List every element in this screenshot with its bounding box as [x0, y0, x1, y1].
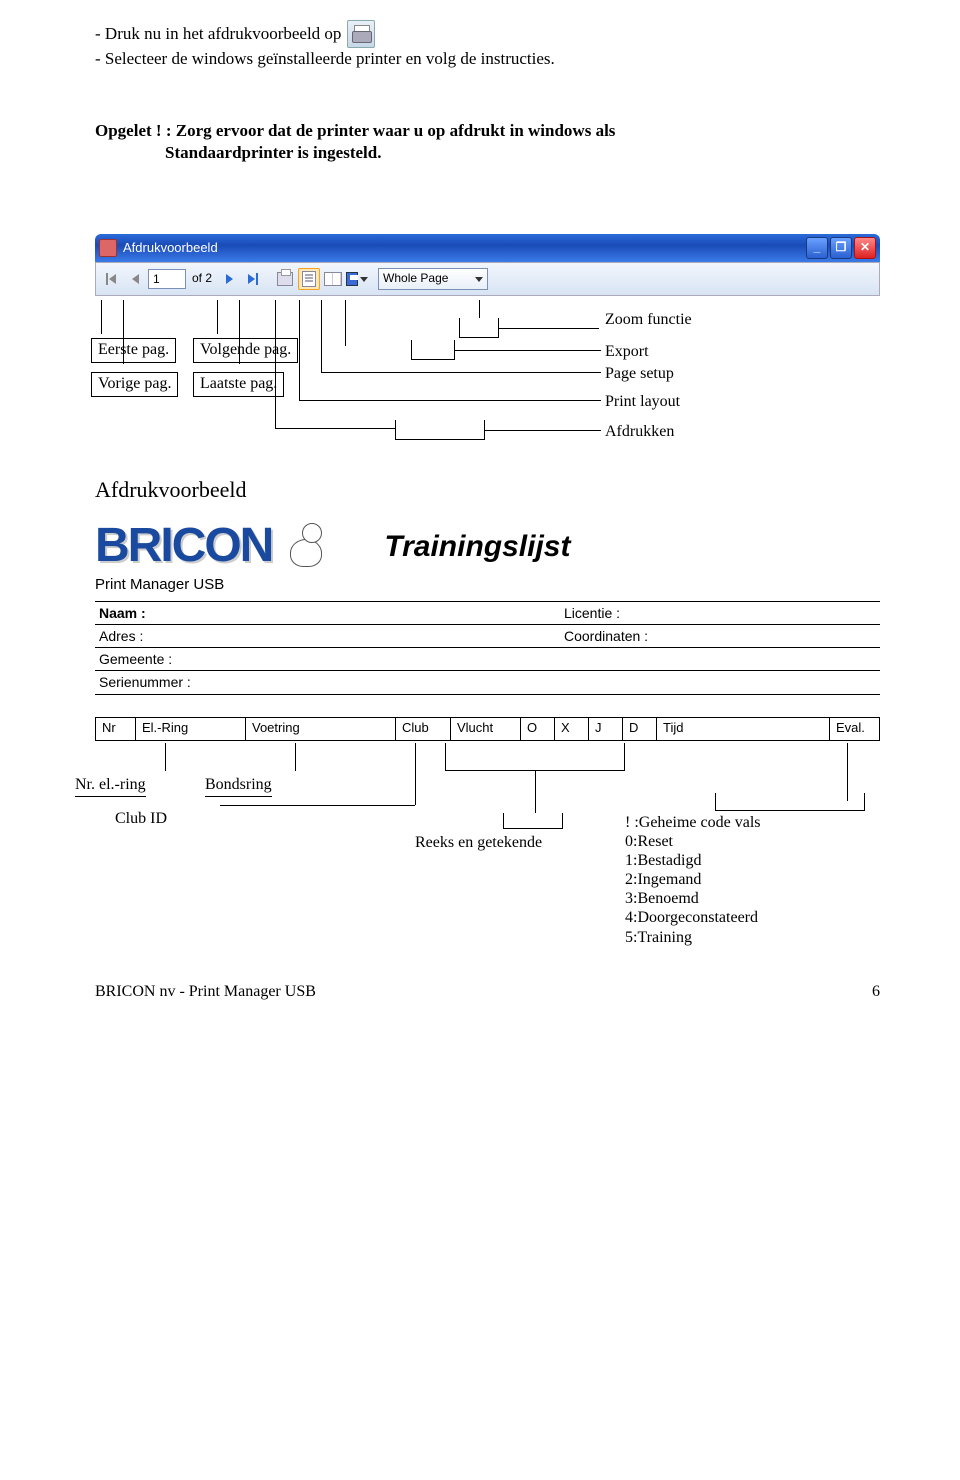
prev-page-button[interactable] — [124, 268, 146, 290]
label-clubid: Club ID — [115, 809, 167, 830]
save-icon — [346, 272, 358, 286]
toolbar-annotations: Eerste pag. Volgende pag. Vorige pag. La… — [95, 300, 880, 470]
label-print-layout: Print layout — [605, 392, 680, 413]
col-nr: Nr — [96, 718, 136, 740]
code-3: 2:Ingemand — [625, 870, 761, 889]
page-number-input[interactable] — [148, 269, 186, 289]
col-d: D — [623, 718, 657, 740]
zoom-selected-label: Whole Page — [383, 271, 448, 287]
page-icon — [302, 271, 316, 287]
col-vlucht: Vlucht — [451, 718, 521, 740]
code-list: ! :Geheime code vals 0:Reset 1:Bestadigd… — [625, 813, 761, 947]
next-page-button[interactable] — [218, 268, 240, 290]
label-volgende: Volgende pag. — [193, 338, 298, 363]
bricon-logo: BRICON — [95, 515, 272, 577]
footer-page-number: 6 — [872, 982, 880, 1003]
code-2: 1:Bestadigd — [625, 851, 761, 870]
printer-icon-small — [277, 272, 293, 286]
label-export: Export — [605, 342, 649, 363]
col-elring: El.-Ring — [136, 718, 246, 740]
label-naam: Naam : — [95, 602, 195, 624]
report-subtitle: Print Manager USB — [95, 575, 880, 595]
col-voetring: Voetring — [246, 718, 396, 740]
window-title: Afdrukvoorbeeld — [123, 240, 218, 257]
code-4: 3:Benoemd — [625, 889, 761, 908]
label-bondsring: Bondsring — [205, 775, 272, 798]
app-icon — [99, 239, 117, 257]
code-0: ! :Geheime code vals — [625, 813, 761, 832]
print-button[interactable] — [274, 268, 296, 290]
maximize-button[interactable]: ❐ — [830, 237, 852, 259]
col-eval: Eval. — [830, 718, 880, 740]
close-button[interactable]: ✕ — [854, 237, 876, 259]
label-laatste: Laatste pag. — [193, 372, 284, 397]
code-5: 4:Doorgeconstateerd — [625, 908, 761, 927]
page-of-label: of 2 — [188, 271, 216, 287]
intro-text-2: - Selecteer de windows geïnstalleerde pr… — [95, 48, 880, 70]
col-o: O — [521, 718, 555, 740]
label-nr-elring: Nr. el.-ring — [75, 775, 146, 798]
info-table: Naam : Licentie : Adres : Coordinaten : … — [95, 601, 880, 695]
duck-icon — [284, 519, 332, 573]
label-gemeente: Gemeente : — [95, 648, 195, 670]
report-title: Trainingslijst — [384, 527, 570, 566]
last-page-button[interactable] — [242, 268, 264, 290]
printer-icon — [347, 20, 375, 48]
footer-left: BRICON nv - Print Manager USB — [95, 982, 316, 1003]
columns-header: Nr El.-Ring Voetring Club Vlucht O X J D… — [95, 717, 880, 741]
col-club: Club — [396, 718, 451, 740]
label-licentie: Licentie : — [560, 602, 680, 624]
column-annotations: Nr. el.-ring Bondsring Club ID Reeks en … — [95, 743, 880, 923]
report-header: BRICON Trainingslijst — [95, 515, 880, 577]
col-tijd: Tijd — [657, 718, 830, 740]
book-icon — [324, 272, 342, 286]
label-reeks: Reeks en getekende — [415, 833, 542, 854]
chevron-down-icon — [360, 277, 368, 282]
print-layout-button[interactable] — [298, 268, 320, 290]
preview-heading: Afdrukvoorbeeld — [95, 476, 880, 505]
col-x: X — [555, 718, 589, 740]
intro-line-1: - Druk nu in het afdrukvoorbeeld op — [95, 20, 880, 48]
first-page-button[interactable] — [100, 268, 122, 290]
code-6: 5:Training — [625, 928, 761, 947]
window-titlebar: Afdrukvoorbeeld _ ❐ ✕ — [95, 234, 880, 262]
warning-block: Opgelet ! : Zorg ervoor dat de printer w… — [95, 120, 880, 164]
print-preview-toolbar: of 2 Whole Page — [95, 262, 880, 296]
zoom-select[interactable]: Whole Page — [378, 268, 488, 290]
intro-text-1: - Druk nu in het afdrukvoorbeeld op — [95, 23, 341, 45]
chevron-down-icon — [475, 277, 483, 282]
label-afdrukken: Afdrukken — [605, 422, 674, 443]
warning-rest1: Zorg ervoor dat de printer waar u op afd… — [176, 121, 616, 140]
label-adres: Adres : — [95, 625, 195, 647]
col-j: J — [589, 718, 623, 740]
label-eerste: Eerste pag. — [91, 338, 176, 363]
warning-rest2: Standaardprinter is ingesteld. — [165, 142, 880, 164]
label-serienr: Serienummer : — [95, 671, 195, 693]
minimize-button[interactable]: _ — [806, 237, 828, 259]
label-zoom: Zoom functie — [605, 310, 692, 331]
label-page-setup: Page setup — [605, 364, 674, 385]
page-setup-button[interactable] — [322, 268, 344, 290]
code-1: 0:Reset — [625, 832, 761, 851]
label-coord: Coordinaten : — [560, 625, 680, 647]
export-button[interactable] — [346, 268, 368, 290]
warning-lead: Opgelet ! : — [95, 121, 176, 140]
label-vorige: Vorige pag. — [91, 372, 178, 397]
